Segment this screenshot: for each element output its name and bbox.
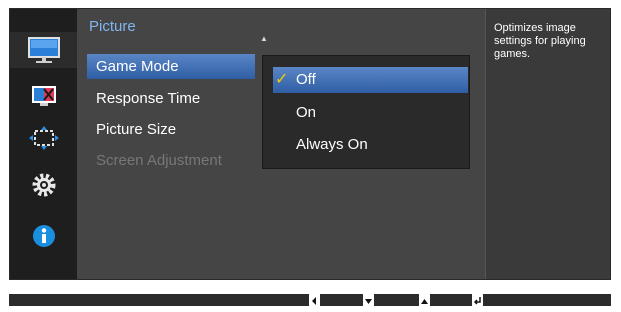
button-guide-bar	[9, 294, 611, 306]
scroll-up-arrow-icon[interactable]: ▲	[260, 34, 268, 43]
down-arrow-button-icon	[365, 299, 372, 304]
enter-button[interactable]	[472, 294, 483, 306]
osd-menu: Picture ▲ Game Mode Response Time Pictur…	[9, 8, 611, 280]
information-icon	[32, 225, 55, 247]
option-off-label: Off	[296, 71, 316, 88]
option-always-on-label: Always On	[296, 136, 368, 153]
game-mode-dropdown: ✓ Off On Always On	[262, 55, 470, 169]
system-gear-icon	[32, 173, 55, 197]
picture-monitor-icon	[27, 37, 60, 63]
category-color[interactable]	[10, 78, 77, 114]
left-arrow-button-icon	[312, 297, 316, 305]
category-sidebar	[10, 9, 77, 279]
color-icon	[31, 86, 56, 106]
up-arrow-button-icon	[421, 299, 428, 304]
option-on[interactable]: On	[273, 100, 468, 126]
menu-item-screen-adjustment: Screen Adjustment	[96, 152, 222, 169]
menu-item-response-time[interactable]: Response Time	[87, 86, 255, 111]
enter-button-icon	[473, 297, 481, 305]
menu-item-picture-size[interactable]: Picture Size	[87, 117, 255, 142]
option-off[interactable]: ✓ Off	[273, 67, 468, 93]
checkmark-icon: ✓	[275, 71, 289, 88]
category-picture[interactable]	[10, 32, 77, 68]
down-arrow-button[interactable]	[363, 294, 374, 306]
help-text: Optimizes image settings for playing gam…	[494, 22, 586, 60]
option-always-on[interactable]: Always On	[273, 132, 468, 158]
onscreen-display-icon	[28, 126, 59, 150]
help-panel: Optimizes image settings for playing gam…	[485, 9, 610, 279]
category-system[interactable]	[10, 167, 77, 203]
left-arrow-button[interactable]	[309, 294, 320, 306]
menu-item-game-mode[interactable]: Game Mode	[87, 54, 255, 79]
category-onscreen-display[interactable]	[10, 121, 77, 157]
up-arrow-button[interactable]	[419, 294, 430, 306]
category-information[interactable]	[10, 218, 77, 254]
option-on-label: On	[296, 104, 317, 121]
menu-title: Picture	[89, 18, 136, 35]
